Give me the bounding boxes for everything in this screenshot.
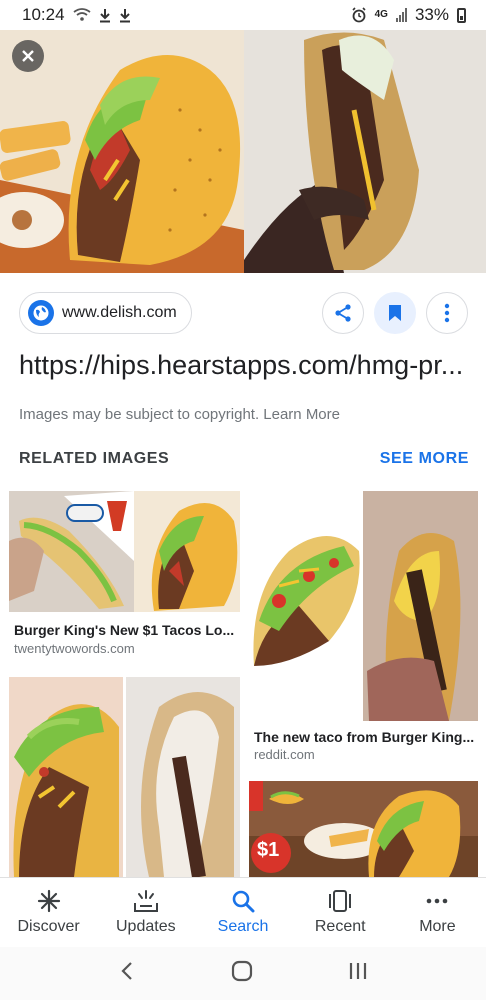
more-vert-icon	[444, 303, 450, 323]
hand-taco-photo	[244, 30, 486, 273]
related-images-title: RELATED IMAGES	[19, 450, 170, 467]
related-domain: reddit.com	[254, 747, 315, 762]
back-button[interactable]	[118, 961, 136, 986]
share-icon	[335, 304, 351, 322]
close-button[interactable]	[12, 40, 44, 72]
source-link-chip[interactable]: www.delish.com	[19, 292, 192, 334]
related-thumb	[9, 677, 240, 877]
source-row: www.delish.com	[0, 290, 486, 336]
related-thumb	[9, 491, 240, 612]
nav-updates[interactable]: Updates	[97, 878, 194, 947]
close-icon	[22, 50, 34, 62]
recent-icon	[326, 888, 354, 914]
nav-label: Recent	[314, 918, 366, 935]
related-card[interactable]: Burger King's New $1 Tacos Lo... twentyt…	[9, 491, 240, 661]
download-icon	[119, 8, 130, 22]
source-domain: www.delish.com	[62, 304, 177, 321]
home-icon	[231, 960, 253, 982]
google-image-viewer: 10:24 4G 33% www.delish.com https://hips…	[0, 0, 486, 1000]
status-left: 10:24	[22, 5, 131, 25]
related-card[interactable]: The new taco from Burger King.... reddit…	[249, 491, 478, 769]
network-type: 4G	[374, 9, 388, 20]
nav-label: More	[419, 918, 456, 935]
related-thumb: $1	[249, 781, 478, 877]
see-more-link[interactable]: SEE MORE	[380, 450, 469, 468]
system-navigation	[0, 947, 486, 1000]
back-icon	[121, 962, 132, 980]
share-button[interactable]	[322, 292, 364, 334]
home-button[interactable]	[231, 960, 253, 987]
nav-recent[interactable]: Recent	[292, 878, 389, 947]
related-domain: twentytwowords.com	[14, 641, 135, 656]
battery-percent: 33%	[414, 5, 449, 24]
recents-icon	[350, 963, 367, 979]
related-images-header: RELATED IMAGES SEE MORE	[19, 450, 469, 468]
nav-label: Search	[217, 918, 269, 935]
related-card[interactable]: $1	[249, 781, 478, 877]
recents-button[interactable]	[348, 961, 368, 986]
wifi-icon	[73, 8, 91, 21]
more-options-button[interactable]	[426, 292, 468, 334]
price-badge-text: $1	[257, 839, 280, 861]
globe-icon	[28, 300, 54, 326]
related-caption: The new taco from Burger King....	[254, 729, 475, 745]
nav-search[interactable]: Search	[194, 878, 291, 947]
hero-image-right[interactable]	[244, 30, 486, 273]
hero-image-left[interactable]	[0, 30, 244, 273]
nav-discover[interactable]: Discover	[0, 878, 97, 947]
download-icon	[99, 8, 110, 22]
status-right: 4G 33%	[351, 5, 466, 25]
image-title[interactable]: https://hips.hearstapps.com/hmg-pr...	[19, 350, 469, 381]
status-bar: 10:24 4G 33%	[0, 0, 486, 30]
bookmark-icon	[389, 305, 401, 321]
nav-more[interactable]: More	[389, 878, 486, 947]
bottom-navigation: Discover Updates Search Recent More	[0, 877, 486, 947]
hero-image-pair[interactable]	[0, 30, 486, 273]
nav-label: Discover	[17, 918, 80, 935]
updates-icon	[132, 888, 160, 914]
signal-icon	[395, 8, 407, 22]
related-thumb	[249, 491, 478, 721]
more-dots-icon	[423, 888, 451, 914]
copyright-notice[interactable]: Images may be subject to copyright. Lear…	[19, 406, 340, 423]
save-button[interactable]	[374, 292, 416, 334]
search-icon	[229, 888, 257, 914]
related-card[interactable]	[9, 677, 240, 877]
asterisk-icon	[35, 888, 63, 914]
status-time: 10:24	[22, 5, 65, 24]
nav-label: Updates	[116, 918, 176, 935]
battery-icon	[457, 7, 466, 23]
alarm-icon	[352, 7, 366, 23]
related-caption: Burger King's New $1 Tacos Lo...	[14, 622, 235, 638]
